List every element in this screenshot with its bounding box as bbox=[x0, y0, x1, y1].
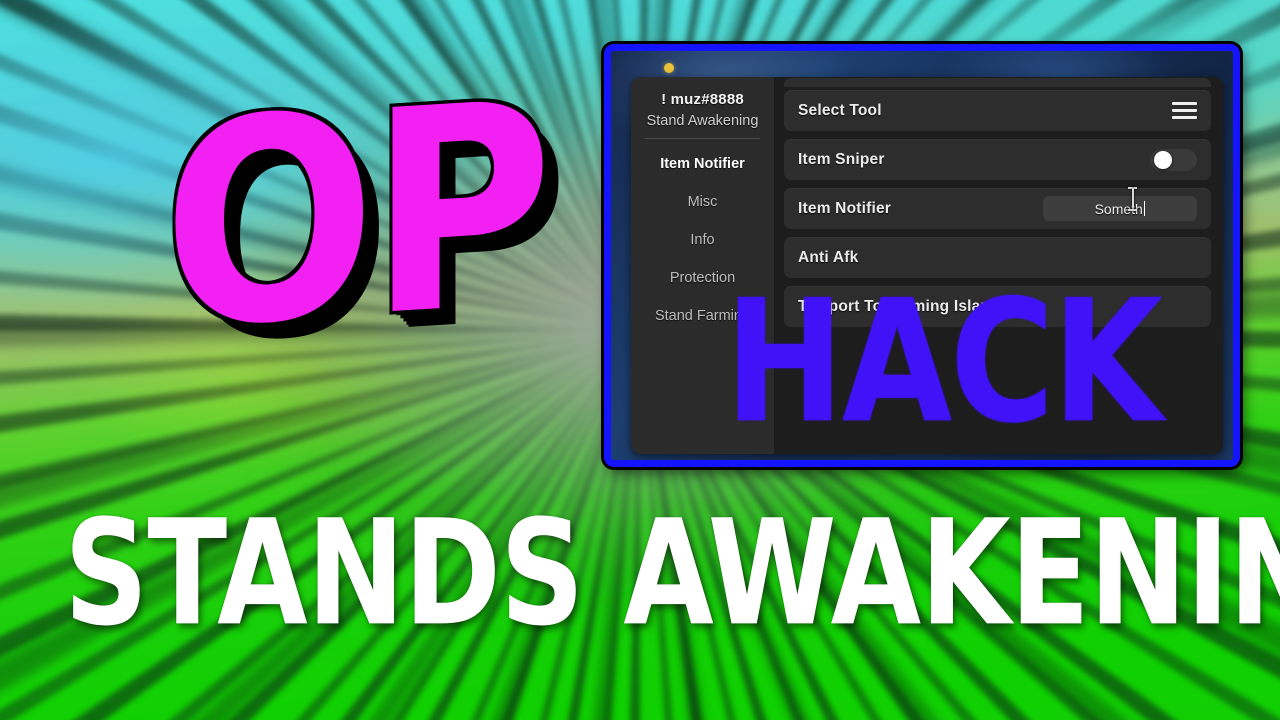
row-select-tool[interactable]: Select Tool bbox=[784, 90, 1211, 131]
input-value: Someth bbox=[1094, 200, 1143, 217]
headline-stands-awakening: STANDS AWAKENING bbox=[64, 487, 1280, 659]
item-sniper-toggle[interactable] bbox=[1150, 148, 1197, 171]
sidebar-item-label: Misc bbox=[687, 194, 718, 210]
row-strip-top bbox=[784, 78, 1211, 87]
row-label: Item Sniper bbox=[798, 150, 885, 168]
sidebar-divider bbox=[645, 138, 760, 139]
text-caret bbox=[1143, 201, 1146, 216]
status-dot-icon bbox=[664, 63, 674, 73]
hamburger-line bbox=[1172, 109, 1197, 112]
sidebar-game-name: Stand Awakening bbox=[646, 113, 759, 129]
row-label: Select Tool bbox=[798, 101, 882, 119]
hamburger-menu-icon[interactable] bbox=[1172, 102, 1197, 119]
sidebar-item-label: Item Notifier bbox=[660, 156, 745, 172]
hamburger-line bbox=[1172, 116, 1197, 119]
headline-hack: HACK bbox=[725, 263, 1162, 461]
sidebar-item-misc[interactable]: Misc bbox=[631, 183, 774, 221]
sidebar-item-label: Info bbox=[690, 232, 715, 248]
row-item-notifier[interactable]: Item Notifier Someth bbox=[784, 188, 1211, 229]
row-label: Item Notifier bbox=[798, 199, 892, 217]
hamburger-line bbox=[1172, 102, 1197, 105]
sidebar-item-info[interactable]: Info bbox=[631, 221, 774, 259]
sidebar-item-item-notifier[interactable]: Item Notifier bbox=[631, 145, 774, 183]
headline-op: OP bbox=[163, 41, 547, 392]
toggle-knob bbox=[1154, 150, 1172, 169]
sidebar-username: ! muz#8888 bbox=[661, 91, 744, 108]
item-notifier-input[interactable]: Someth bbox=[1043, 196, 1197, 221]
thumbnail-canvas: OP ! muz#8888 Stand Awakening Item Notif… bbox=[0, 0, 1280, 720]
row-item-sniper[interactable]: Item Sniper bbox=[784, 139, 1211, 180]
